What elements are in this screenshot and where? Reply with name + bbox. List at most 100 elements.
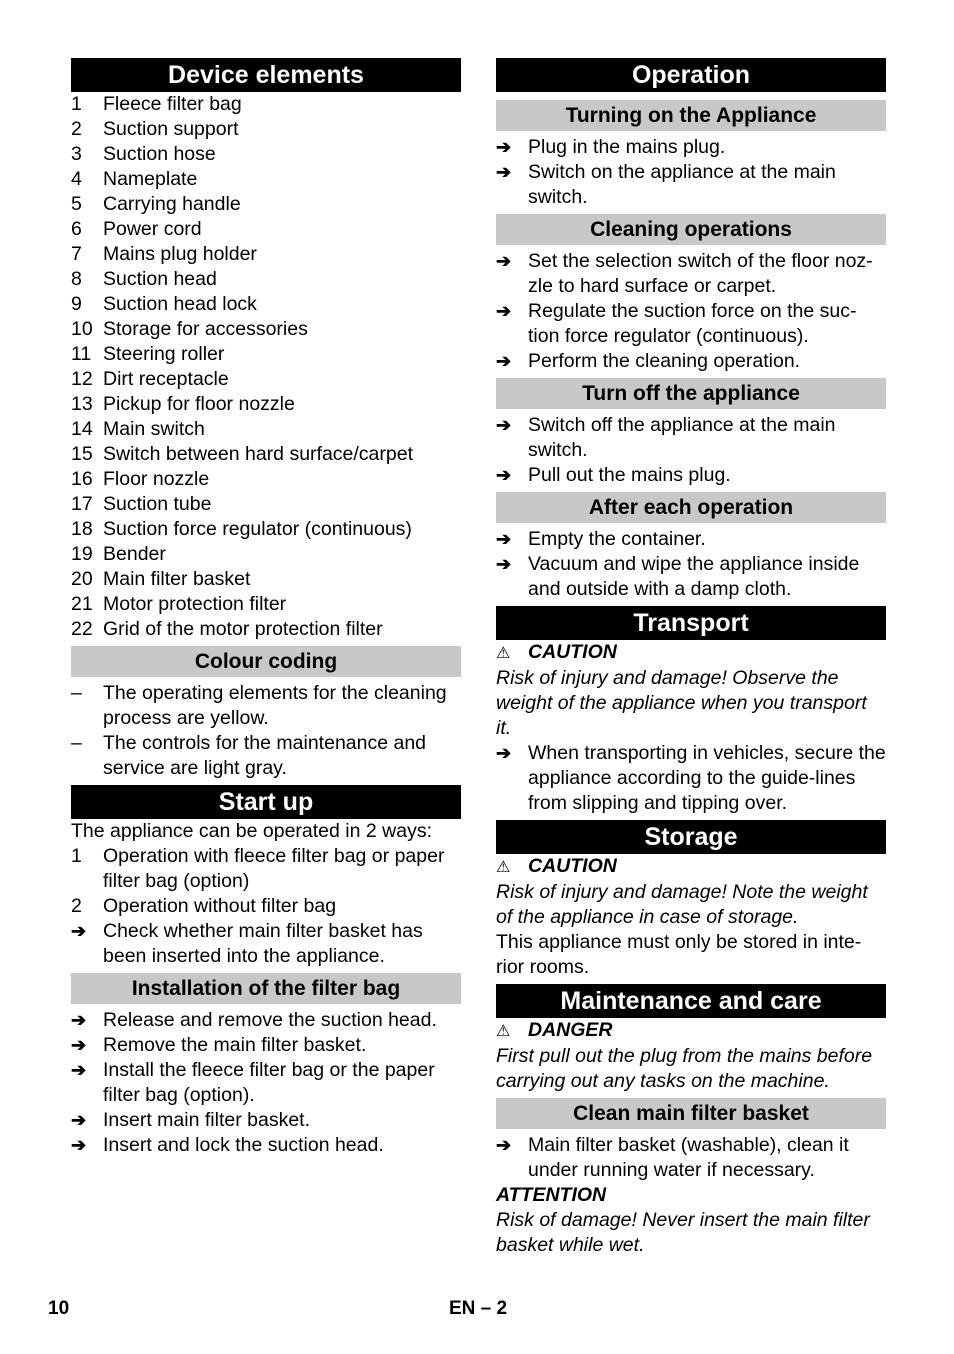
storage-warning-text: Risk of injury and damage! Note the weig… <box>496 881 868 928</box>
item-label: Mains plug holder <box>103 243 257 265</box>
item-label: Nameplate <box>103 168 198 190</box>
list-item: 3 Suction hose <box>71 142 461 167</box>
list-item: 11 Steering roller <box>71 342 461 367</box>
item-number: 13 <box>71 393 93 415</box>
page-number: 10 <box>48 1298 70 1319</box>
item-label: Suction head lock <box>103 293 257 315</box>
after-each-heading: After each operation <box>496 492 886 523</box>
turning-on-heading: Turning on the Appliance <box>496 100 886 131</box>
item-label: Storage for accessories <box>103 318 308 340</box>
attention-text: Risk of damage! Never insert the main fi… <box>496 1209 870 1256</box>
list-item: ➔ Install the fleece filter bag or the pa… <box>71 1059 435 1106</box>
list-item: 22 Grid of the motor protection filter <box>71 617 461 642</box>
list-item: ➔ Perform the cleaning operation. <box>496 350 801 372</box>
list-item: 12 Dirt receptacle <box>71 367 461 392</box>
item-number: 5 <box>71 193 82 215</box>
item-label: Suction support <box>103 118 239 140</box>
operation-heading: Operation <box>496 58 886 92</box>
item-number: 12 <box>71 368 93 390</box>
arrow-icon: ➔ <box>496 351 512 371</box>
list-item: 2 Operation without filter bag <box>71 895 337 917</box>
arrow-icon: ➔ <box>496 301 512 321</box>
item-number: 6 <box>71 218 82 240</box>
list-item: 14 Main switch <box>71 417 461 442</box>
list-item: 16 Floor nozzle <box>71 467 461 492</box>
list-item: ➔ Insert and lock the suction head. <box>71 1134 384 1156</box>
item-number: 20 <box>71 568 93 590</box>
item-label: Suction hose <box>103 143 216 165</box>
turn-off-heading: Turn off the appliance <box>496 378 886 409</box>
list-item: ➔ Regulate the suction force on the suc-t… <box>496 300 857 347</box>
warning-icon: ⚠ <box>496 645 511 662</box>
warning-icon: ⚠ <box>496 859 511 876</box>
arrow-icon: ➔ <box>71 921 87 941</box>
right-column: Operation Turning on the Appliance ➔ Plug… <box>496 58 886 1258</box>
arrow-icon: ➔ <box>496 251 512 271</box>
arrow-icon: ➔ <box>496 554 512 574</box>
transport-heading: Transport <box>496 606 886 640</box>
arrow-icon: ➔ <box>71 1135 87 1155</box>
arrow-icon: ➔ <box>496 137 512 157</box>
item-number: 3 <box>71 143 82 165</box>
item-number: 4 <box>71 168 82 190</box>
list-item: ➔ When transporting in vehicles, secure t… <box>496 742 886 814</box>
arrow-icon: ➔ <box>496 465 512 485</box>
list-item: 4 Nameplate <box>71 167 461 192</box>
list-item: ➔ Main filter basket (washable), clean it… <box>496 1134 849 1181</box>
danger-label: ⚠ DANGER <box>496 1018 886 1044</box>
item-number: 14 <box>71 418 93 440</box>
storage-warning-label: ⚠ CAUTION <box>496 854 886 880</box>
list-item: 2 Suction support <box>71 117 461 142</box>
arrow-icon: ➔ <box>496 529 512 549</box>
list-item: – The operating elements for the cleanin… <box>71 682 447 729</box>
danger-text: First pull out the plug from the mains b… <box>496 1045 873 1092</box>
list-item: ➔ Switch off the appliance at the main sw… <box>496 414 836 461</box>
filter-bag-steps: ➔ Release and remove the suction head. ➔ R… <box>71 1008 461 1158</box>
item-label: Suction head <box>103 268 217 290</box>
item-number: 8 <box>71 268 82 290</box>
list-item: 20 Main filter basket <box>71 567 461 592</box>
arrow-icon: ➔ <box>496 743 512 763</box>
list-item: 17 Suction tube <box>71 492 461 517</box>
list-item: 8 Suction head <box>71 267 461 292</box>
list-item: ➔ Check whether main filter basket has b… <box>71 920 423 967</box>
item-label: Pickup for floor nozzle <box>103 393 295 415</box>
dash-bullet: – <box>71 682 82 704</box>
arrow-icon: ➔ <box>496 415 512 435</box>
warning-icon: ⚠ <box>496 1023 511 1040</box>
language-page-label: EN – 2 <box>449 1298 508 1319</box>
colour-coding-heading: Colour coding <box>71 646 461 677</box>
clean-basket-heading: Clean main filter basket <box>496 1098 886 1129</box>
list-item: ➔ Set the selection switch of the floor n… <box>496 250 873 297</box>
item-label: Main switch <box>103 418 205 440</box>
item-label: Carrying handle <box>103 193 241 215</box>
list-item: ➔ Empty the container. <box>496 528 706 550</box>
item-number: 17 <box>71 493 93 515</box>
start-up-intro: The appliance can be operated in 2 ways: <box>71 820 432 842</box>
item-label: Fleece filter bag <box>103 93 242 115</box>
list-item: 6 Power cord <box>71 217 461 242</box>
list-item: ➔ Switch on the appliance at the main swi… <box>496 161 836 208</box>
item-number: 7 <box>71 243 82 265</box>
list-item: 18 Suction force regulator (continuous) <box>71 517 461 542</box>
list-item: ➔ Insert main filter basket. <box>71 1109 310 1131</box>
item-number: 2 <box>71 118 82 140</box>
item-label: Suction tube <box>103 493 212 515</box>
item-number: 9 <box>71 293 82 315</box>
item-label: Steering roller <box>103 343 225 365</box>
storage-note: This appliance must only be stored in in… <box>496 931 862 978</box>
item-number: 21 <box>71 593 93 615</box>
list-item: 15 Switch between hard surface/carpet <box>71 442 461 467</box>
list-item: ➔ Vacuum and wipe the appliance inside an… <box>496 553 860 600</box>
arrow-icon: ➔ <box>71 1110 87 1130</box>
item-label: Main filter basket <box>103 568 251 590</box>
item-number: 19 <box>71 543 93 565</box>
arrow-icon: ➔ <box>71 1060 87 1080</box>
list-item: 9 Suction head lock <box>71 292 461 317</box>
item-number: 22 <box>71 618 93 640</box>
item-label: Floor nozzle <box>103 468 210 490</box>
filter-bag-heading: Installation of the filter bag <box>71 973 461 1004</box>
device-elements-heading: Device elements <box>71 58 461 92</box>
item-label: Dirt receptacle <box>103 368 229 390</box>
item-label: Switch between hard surface/carpet <box>103 443 414 465</box>
